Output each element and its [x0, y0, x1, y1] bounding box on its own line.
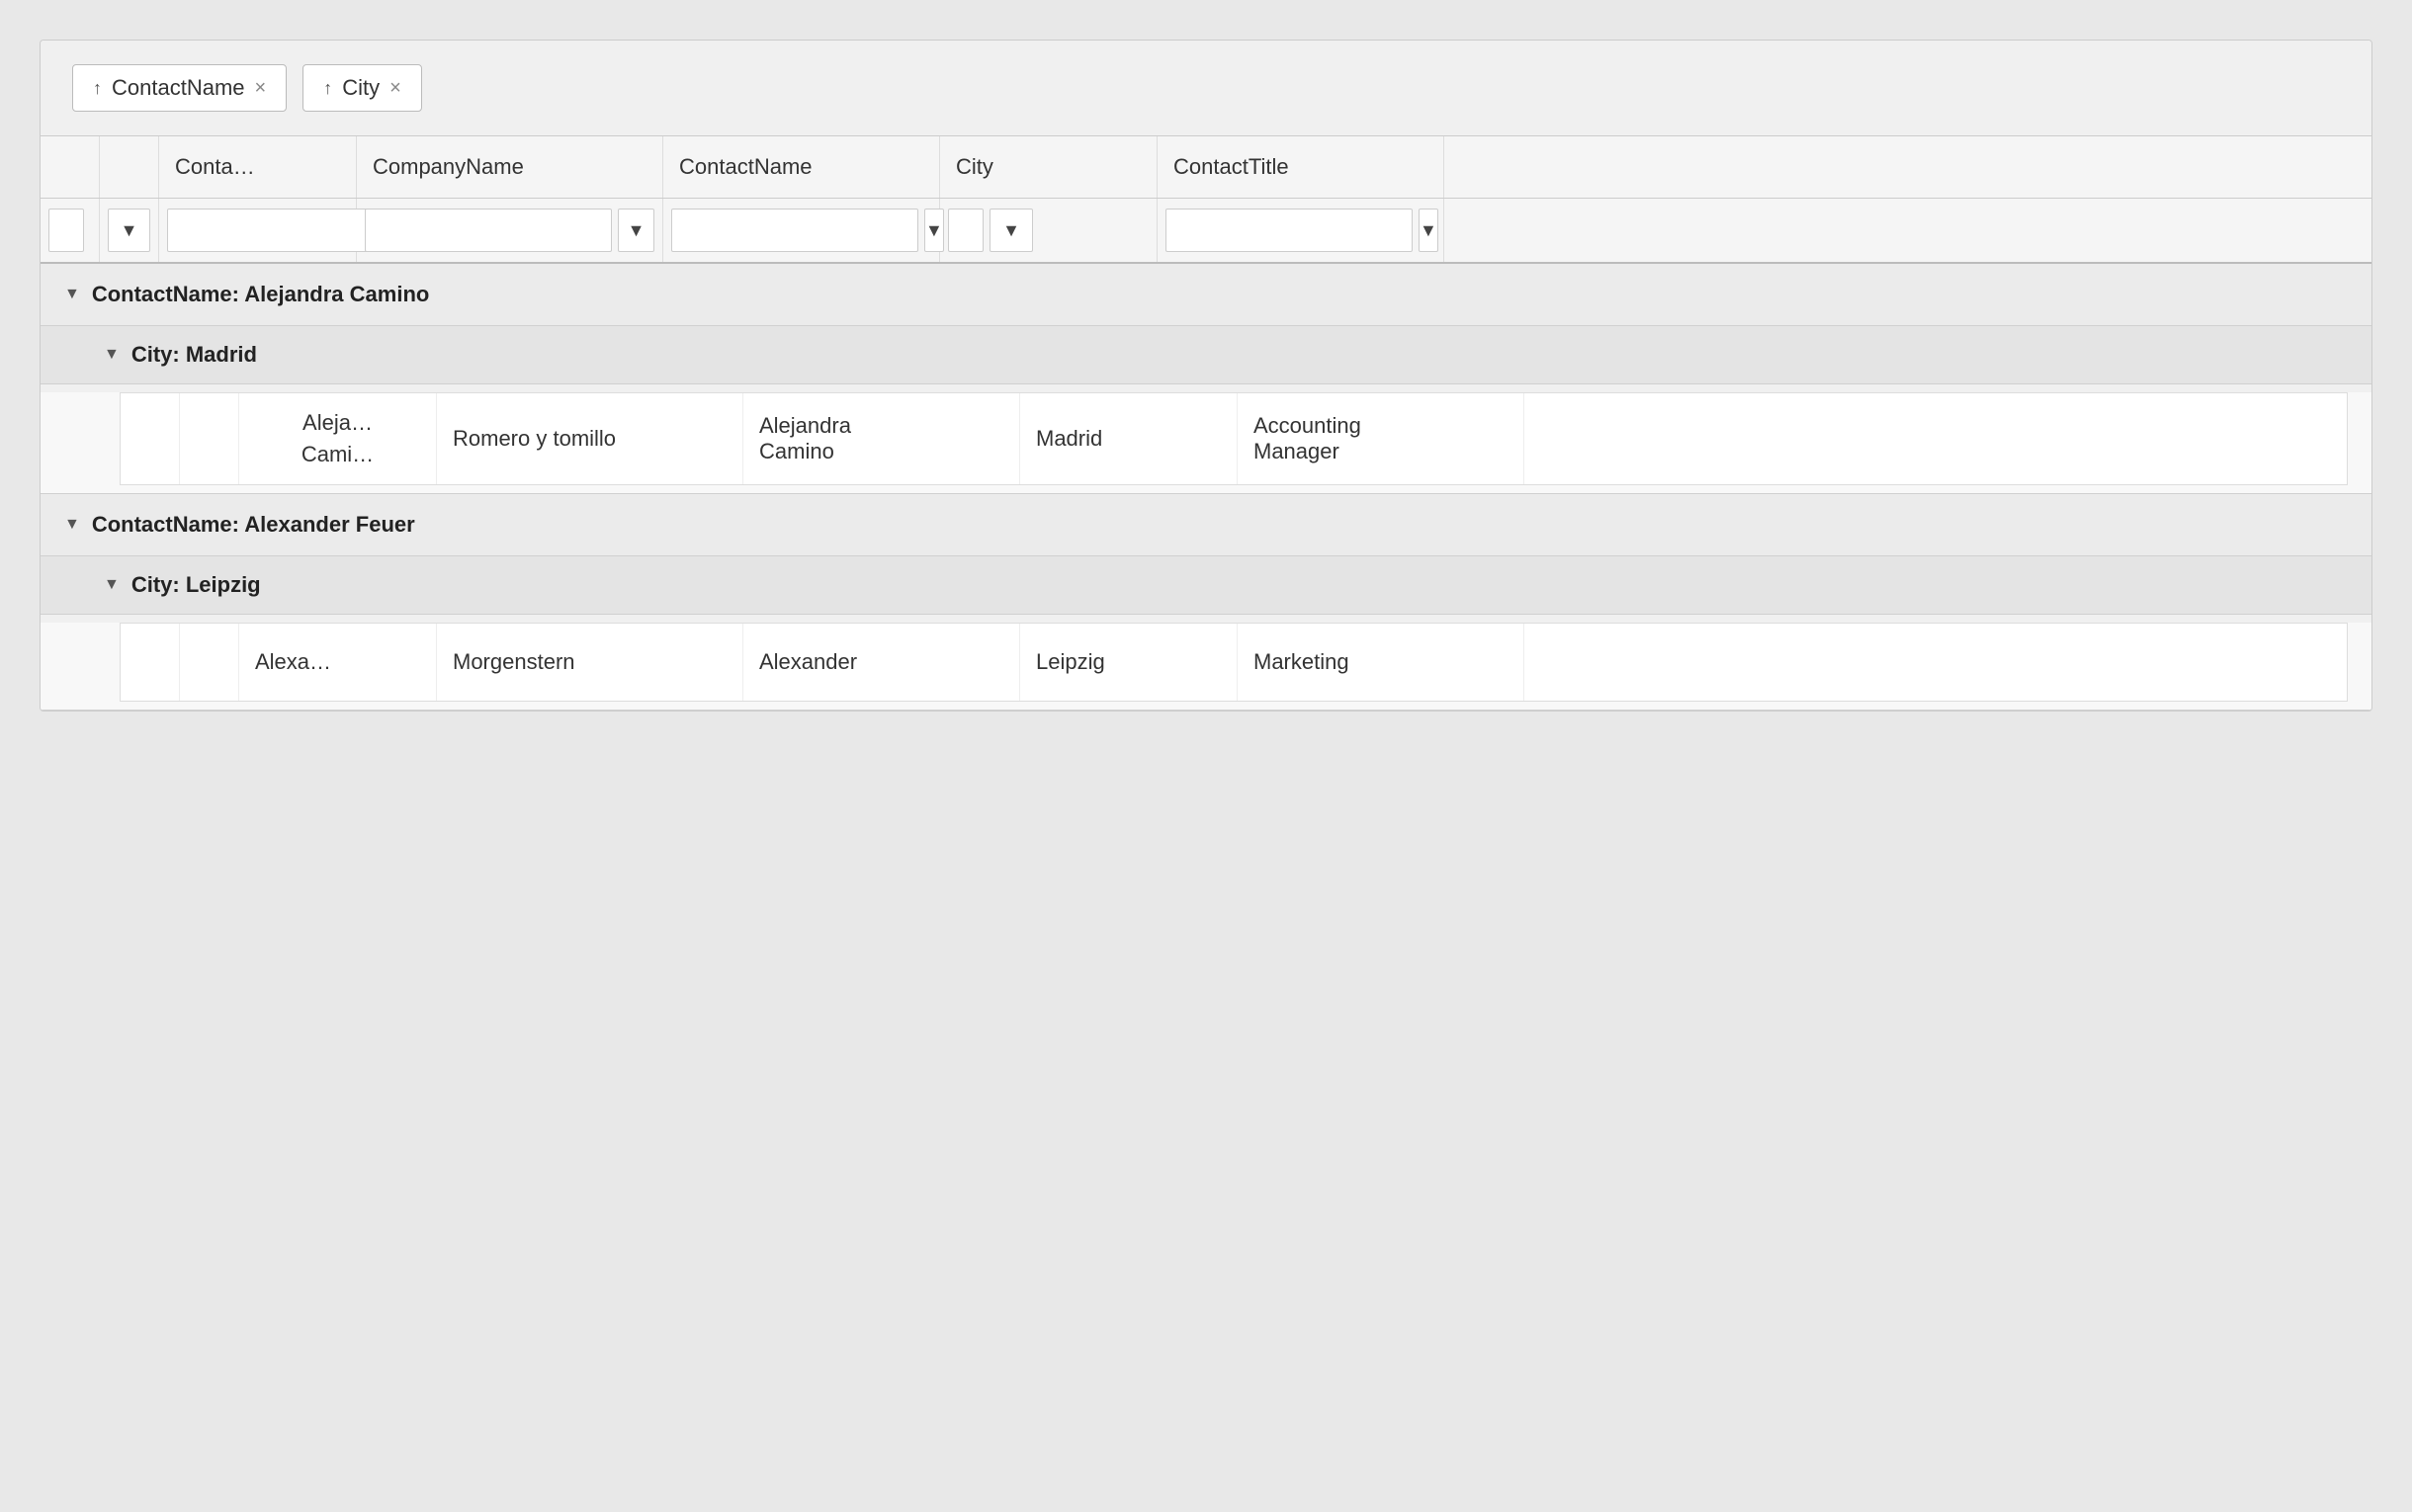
row-empty1: [121, 393, 180, 484]
main-container: ↑ ContactName × ↑ City × Conta… CompanyN…: [40, 40, 2372, 712]
chevron-group1-alejandra: ▼: [64, 286, 80, 303]
filter-cell-companyname: ▼: [357, 199, 663, 262]
remove-sort-city-button[interactable]: ×: [389, 77, 401, 100]
group1-alexander-feuer[interactable]: ▼ ContactName: Alexander Feuer: [41, 494, 2371, 556]
filter-button-contacttitle[interactable]: ▼: [1419, 209, 1438, 252]
row-title-alexander: Marketing: [1238, 624, 1524, 701]
filter-cell-empty2: ▼: [100, 199, 159, 262]
sort-chip-city[interactable]: ↑ City ×: [302, 64, 422, 112]
chevron-group2-leipzig: ▼: [104, 576, 120, 594]
group1-alexander-label: ContactName: Alexander Feuer: [92, 512, 415, 538]
sort-chip-city-label: City: [342, 75, 380, 101]
col-header-contacttitle: ContactTitle: [1158, 136, 1444, 198]
sort-chips-bar: ↑ ContactName × ↑ City ×: [41, 41, 2371, 136]
table-row: Alexa… Morgenstern Alexander Leipzig Mar…: [120, 623, 2348, 702]
filter-button-companyname[interactable]: ▼: [618, 209, 654, 252]
row-contacta-line1: Aleja…: [302, 410, 373, 436]
group1-alejandra-camino[interactable]: ▼ ContactName: Alejandra Camino: [41, 264, 2371, 326]
filter-input-contactname[interactable]: [671, 209, 918, 252]
col-header-contacta: Conta…: [159, 136, 357, 198]
row-title-alejandra: Accounting Manager: [1238, 393, 1524, 484]
group2-madrid-label: City: Madrid: [131, 342, 257, 368]
filter-input-city[interactable]: [948, 209, 984, 252]
col-header-contactname: ContactName: [663, 136, 940, 198]
chevron-group2-madrid: ▼: [104, 346, 120, 364]
row-contactname-alejandra: Alejandra Camino: [743, 393, 1020, 484]
sort-chip-contactname[interactable]: ↑ ContactName ×: [72, 64, 287, 112]
filter-cell-contacttitle: ▼: [1158, 199, 1444, 262]
col-header-empty1: [41, 136, 100, 198]
sort-chip-contactname-label: ContactName: [112, 75, 245, 101]
group1-alejandra-label: ContactName: Alejandra Camino: [92, 282, 429, 307]
filter-input-check[interactable]: [48, 209, 84, 252]
col-header-empty2: [100, 136, 159, 198]
row-city-alejandra: Madrid: [1020, 393, 1238, 484]
filter-input-contacttitle[interactable]: [1165, 209, 1413, 252]
filter-input-companyname[interactable]: [365, 209, 612, 252]
group2-leipzig-label: City: Leipzig: [131, 572, 261, 598]
filter-row: ▼ ▼ ▼ ▼ ▼ ▼: [41, 199, 2371, 264]
row-contactname-alexander: Alexander: [743, 624, 1020, 701]
filter-button-2[interactable]: ▼: [108, 209, 150, 252]
row-contacta-alejandra: Aleja… Cami…: [239, 393, 437, 484]
filter-cell-empty1: [41, 199, 100, 262]
col-header-companyname: CompanyName: [357, 136, 663, 198]
chevron-group1-alexander: ▼: [64, 516, 80, 534]
col-header-city: City: [940, 136, 1158, 198]
table-row: Aleja… Cami… Romero y tomillo Alejandra …: [120, 392, 2348, 485]
row-city-alexander: Leipzig: [1020, 624, 1238, 701]
sort-asc-icon-contactname: ↑: [93, 78, 102, 99]
row-company-alexander: Morgenstern: [437, 624, 743, 701]
row-contacta-line2: Cami…: [302, 442, 374, 467]
filter-cell-contacta: ▼: [159, 199, 357, 262]
row-empty2-alexander: [180, 624, 239, 701]
group2-leipzig[interactable]: ▼ City: Leipzig: [41, 556, 2371, 615]
row-empty2: [180, 393, 239, 484]
row-empty1-alexander: [121, 624, 180, 701]
data-rows-leipzig: Alexa… Morgenstern Alexander Leipzig Mar…: [41, 623, 2371, 711]
remove-sort-contactname-button[interactable]: ×: [255, 77, 267, 100]
filter-cell-contactname: ▼: [663, 199, 940, 262]
filter-button-city[interactable]: ▼: [990, 209, 1033, 252]
row-contacta-alexander: Alexa…: [239, 624, 437, 701]
data-rows-madrid: Aleja… Cami… Romero y tomillo Alejandra …: [41, 392, 2371, 494]
filter-cell-city: ▼: [940, 199, 1158, 262]
sort-asc-icon-city: ↑: [323, 78, 332, 99]
table-header: Conta… CompanyName ContactName City Cont…: [41, 136, 2371, 199]
group2-madrid[interactable]: ▼ City: Madrid: [41, 326, 2371, 384]
row-company-alejandra: Romero y tomillo: [437, 393, 743, 484]
